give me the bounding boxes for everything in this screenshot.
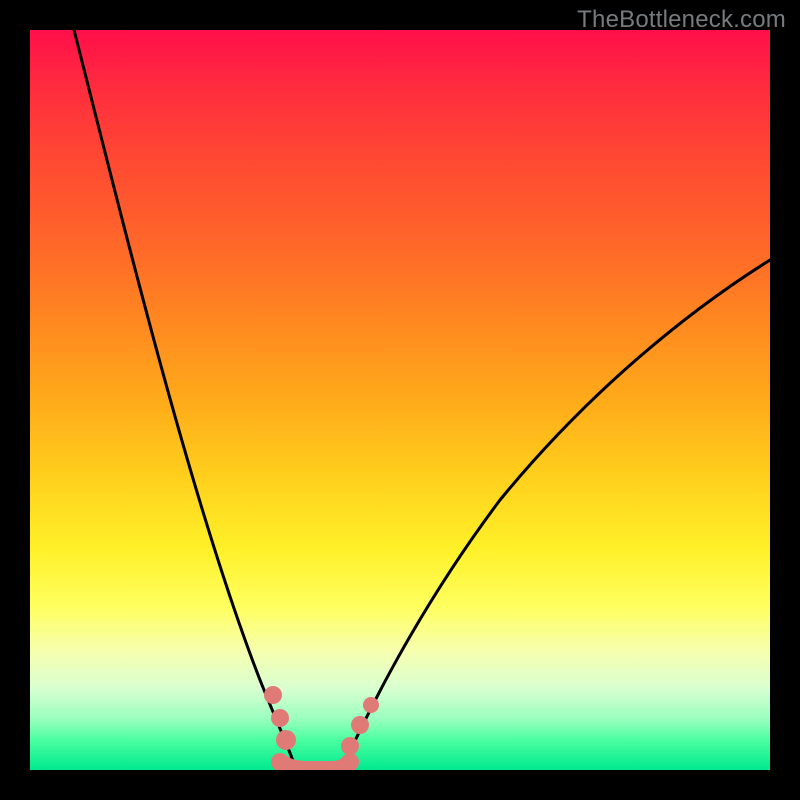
chart-frame: TheBottleneck.com [0, 0, 800, 800]
marker-dot [276, 730, 296, 750]
right-branch-curve [341, 260, 770, 770]
plot-area [30, 30, 770, 770]
marker-dot [264, 686, 282, 704]
marker-dot [351, 716, 369, 734]
marker-dot [341, 737, 359, 755]
watermark-text: TheBottleneck.com [577, 6, 786, 34]
marker-dot [363, 697, 379, 713]
left-branch-curve [74, 30, 296, 770]
marker-dot [271, 709, 289, 727]
curves-overlay [30, 30, 770, 770]
baseline-stroke [280, 762, 350, 770]
